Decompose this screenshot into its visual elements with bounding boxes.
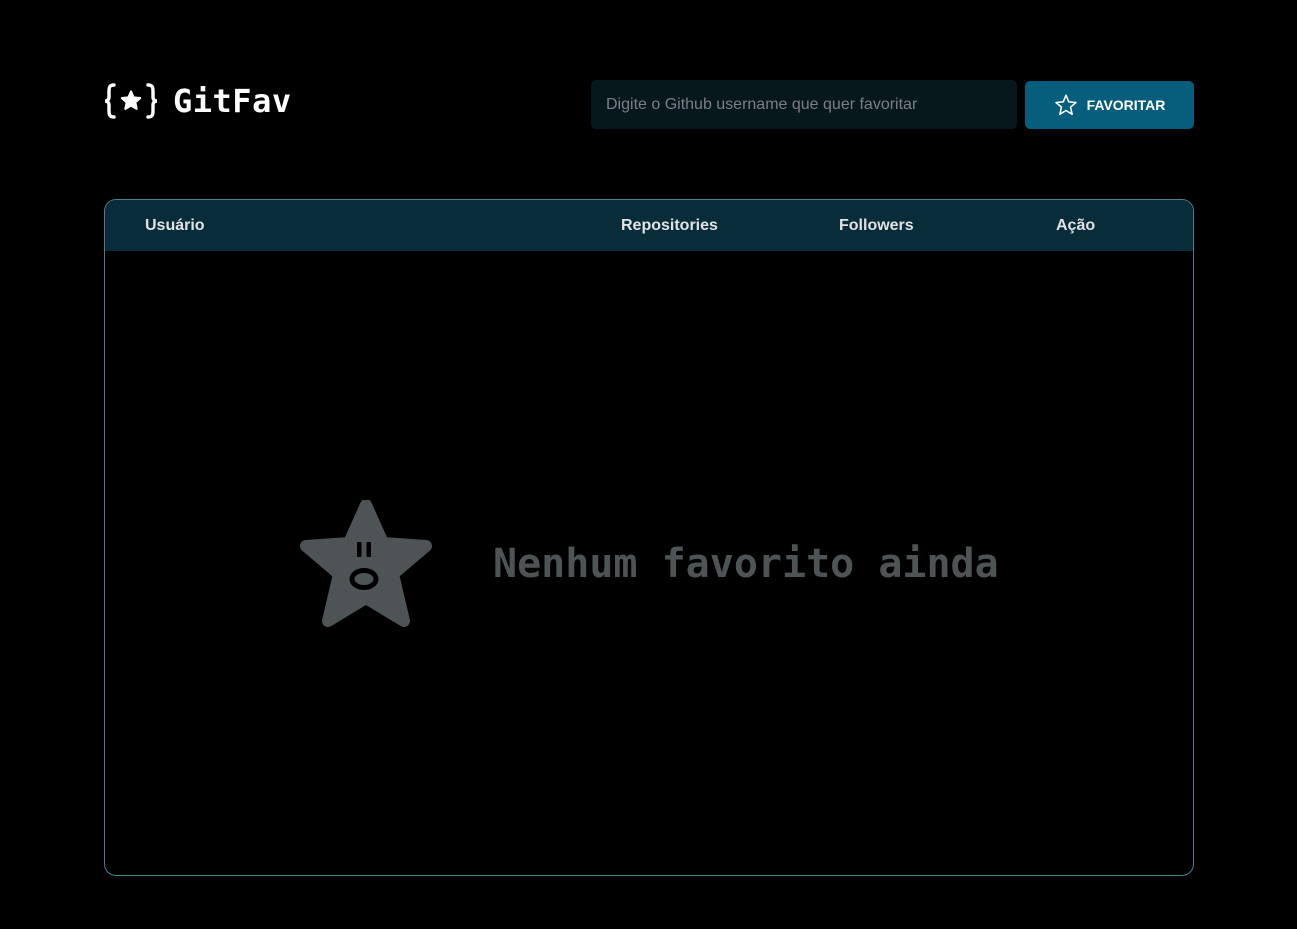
favorites-table: Usuário Repositories Followers Ação Nenh… — [104, 199, 1194, 876]
column-header-repositories: Repositories — [621, 217, 718, 234]
github-username-input[interactable] — [591, 80, 1017, 129]
empty-state-message: Nenhum favorito ainda — [493, 541, 999, 587]
column-header-action: Ação — [1056, 217, 1096, 234]
logo: GitFav — [103, 82, 292, 120]
column-header-user: Usuário — [145, 217, 205, 234]
column-header-followers: Followers — [839, 217, 914, 234]
table-header: Usuário Repositories Followers Ação — [105, 200, 1193, 251]
favorite-button-label: FAVORITAR — [1086, 97, 1166, 113]
star-outline-icon — [1054, 94, 1077, 116]
braces-star-icon — [104, 83, 158, 119]
logo-text: GitFav — [173, 82, 292, 120]
empty-state: Nenhum favorito ainda — [105, 251, 1193, 875]
surprised-star-icon — [300, 500, 432, 627]
favorite-button[interactable]: FAVORITAR — [1025, 81, 1194, 129]
